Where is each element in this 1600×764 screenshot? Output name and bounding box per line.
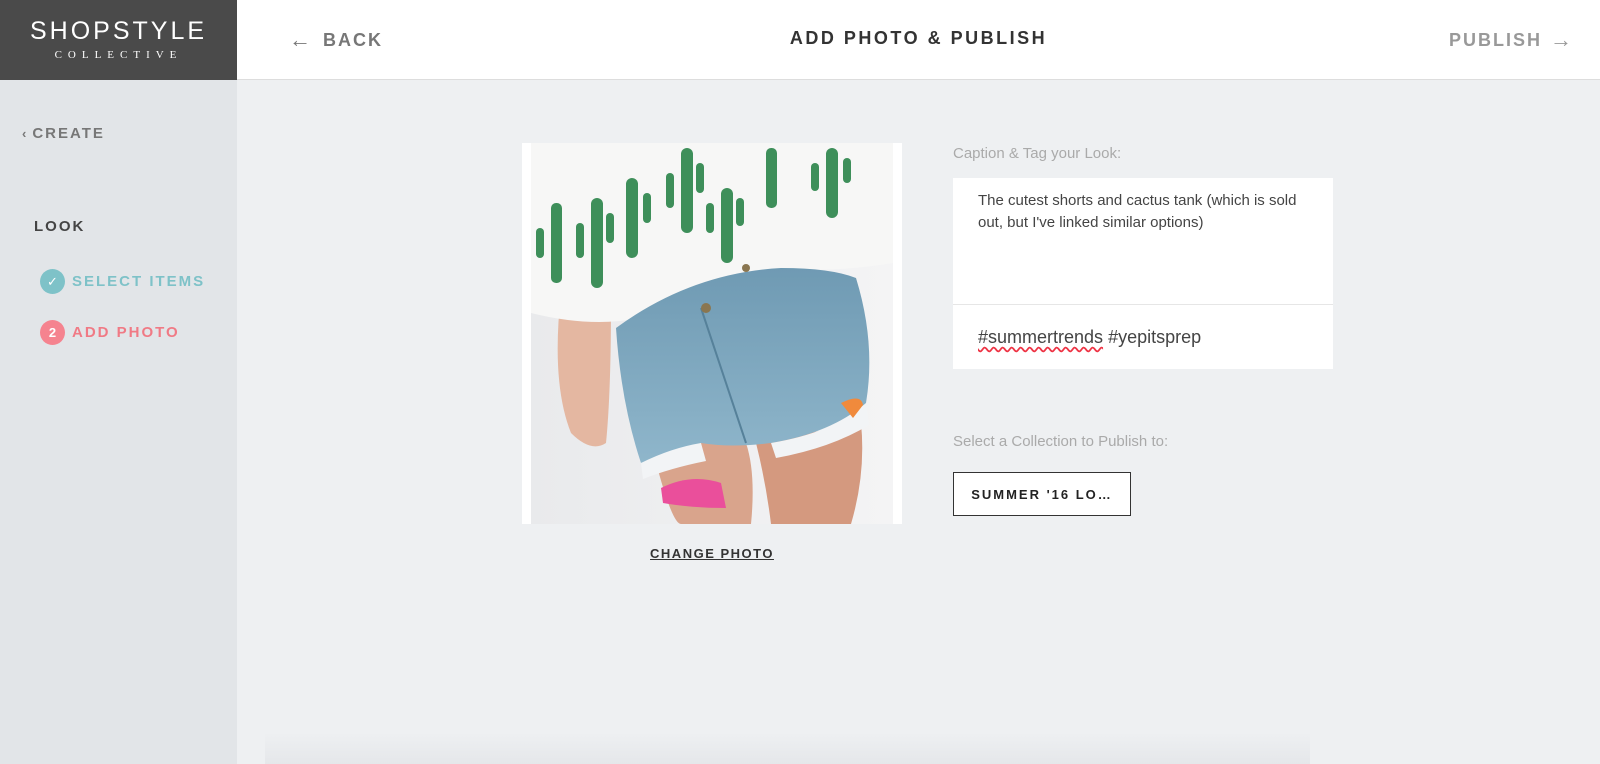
look-photo-frame [522,143,902,524]
sidebar: SHOPSTYLE COLLECTIVE ‹ CREATE LOOK ✓ SELE… [0,0,237,764]
create-back-link[interactable]: ‹ CREATE [22,125,105,142]
caption-divider [953,304,1333,305]
change-photo-link[interactable]: CHANGE PHOTO [522,546,902,561]
shopstyle-logo[interactable]: SHOPSTYLE COLLECTIVE [0,0,237,80]
caption-label: Caption & Tag your Look: [953,145,1122,162]
page-title: ADD PHOTO & PUBLISH [789,28,1048,48]
look-photo [531,143,893,524]
tag-summertrends: #summertrends [978,327,1104,347]
step-label: ADD PHOTO [72,324,180,341]
logo-wordmark: SHOPSTYLE [29,17,208,45]
step-number-badge: 2 [40,320,65,345]
arrow-right-icon: → [1550,27,1574,52]
top-bar: ← BACK ADD PHOTO & PUBLISH PUBLISH → [237,0,1600,80]
collection-select-button[interactable]: SUMMER '16 LO… [953,472,1131,516]
look-section-label: LOOK [34,218,86,235]
collection-label: Select a Collection to Publish to: [953,433,1169,450]
publish-button[interactable]: PUBLISH → [1449,27,1574,53]
caption-box: The cutest shorts and cactus tank (which… [953,178,1333,369]
step-select-items[interactable]: ✓ SELECT ITEMS [40,269,205,294]
chevron-left-icon: ‹ [22,126,29,141]
tags-input[interactable]: #summertrends #yepitsprep [978,327,1201,348]
tag-yepitsprep: #yepitsprep [1108,327,1202,347]
step-label: SELECT ITEMS [72,273,206,290]
publish-label: PUBLISH [1448,29,1542,50]
step-add-photo[interactable]: 2 ADD PHOTO [40,320,180,345]
caption-textarea[interactable]: The cutest shorts and cactus tank (which… [978,190,1318,234]
bottom-shadow [265,732,1310,764]
create-label: CREATE [32,125,105,142]
look-photo-image [531,143,893,524]
logo-subtitle: COLLECTIVE [54,49,183,61]
checkmark-icon: ✓ [40,269,65,294]
